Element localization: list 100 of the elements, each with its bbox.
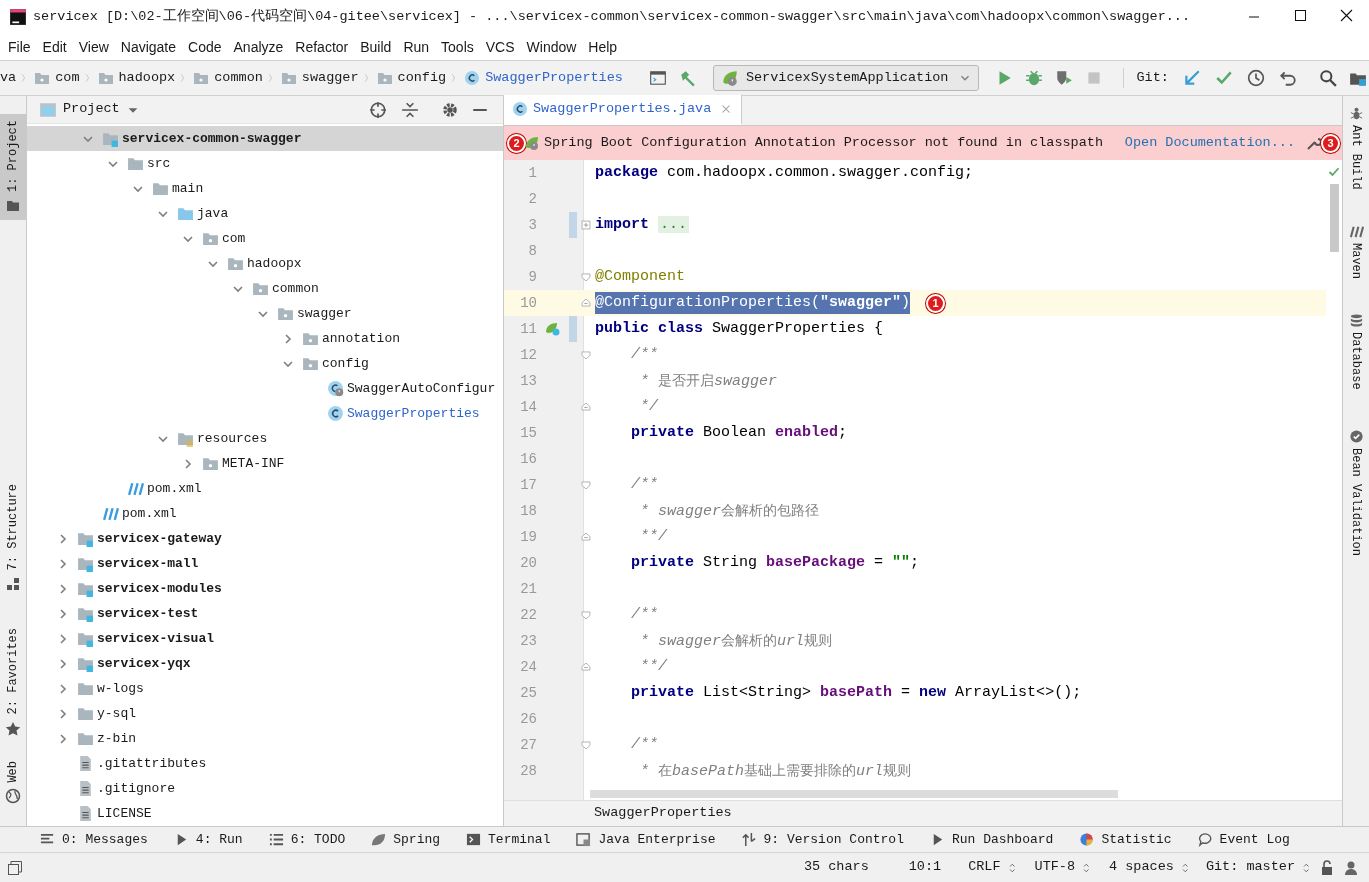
hammer-icon[interactable] bbox=[678, 69, 697, 87]
tree-item[interactable]: com bbox=[27, 226, 503, 251]
check-icon[interactable] bbox=[1214, 69, 1233, 87]
tool-window-tab[interactable]: Maven bbox=[1348, 219, 1364, 283]
tool-window-tab[interactable]: Ant Build bbox=[1348, 102, 1364, 194]
tool-window-tab[interactable]: Terminal bbox=[466, 829, 551, 850]
breadcrumb-item[interactable]: config bbox=[372, 67, 449, 89]
tool-windows-icon[interactable] bbox=[7, 859, 23, 876]
search-icon[interactable] bbox=[1318, 69, 1337, 87]
indent-setting[interactable]: 4 spaces bbox=[1109, 857, 1192, 878]
window-icon[interactable] bbox=[648, 69, 667, 87]
tool-window-tab[interactable]: Bean Validation bbox=[1348, 425, 1364, 561]
tool-window-tab[interactable]: 4: Run bbox=[173, 829, 243, 850]
file-encoding[interactable]: UTF-8 bbox=[1034, 857, 1094, 878]
tool-window-tab[interactable]: 9: Version Control bbox=[741, 829, 904, 850]
stripes-icon bbox=[102, 505, 119, 522]
menu-item[interactable]: File bbox=[2, 37, 37, 57]
tree-item[interactable]: src bbox=[27, 151, 503, 176]
collapse-icon[interactable] bbox=[401, 100, 419, 119]
tool-window-tab[interactable]: Statistic bbox=[1079, 829, 1172, 850]
tree-item[interactable]: servicex-mall bbox=[27, 551, 503, 576]
editor-tab[interactable]: SwaggerProperties.java bbox=[504, 95, 743, 125]
tool-window-tab[interactable]: 0: Messages bbox=[40, 829, 148, 850]
tool-window-tab[interactable]: Database bbox=[1348, 308, 1364, 394]
menu-item[interactable]: Window bbox=[520, 37, 583, 57]
breadcrumb-item[interactable]: common bbox=[189, 67, 265, 89]
menu-item[interactable]: Build bbox=[354, 37, 398, 57]
tool-window-tab[interactable]: 2: Favorites bbox=[0, 622, 26, 743]
tree-item[interactable]: y-sql bbox=[27, 701, 503, 726]
scrollbar-thumb[interactable] bbox=[1329, 184, 1339, 252]
lock-icon[interactable] bbox=[1319, 859, 1335, 876]
folder-icon bbox=[152, 180, 169, 197]
tool-window-tab[interactable]: Web bbox=[0, 754, 26, 811]
menu-item[interactable]: Code bbox=[182, 37, 228, 57]
tree-item[interactable]: java bbox=[27, 201, 503, 226]
menu-item[interactable]: VCS bbox=[479, 37, 521, 57]
menu-item[interactable]: Navigate bbox=[114, 37, 183, 57]
tool-window-tab[interactable]: Java Enterprise bbox=[576, 829, 716, 850]
tree-item[interactable]: resources bbox=[27, 426, 503, 451]
clock-icon[interactable] bbox=[1246, 69, 1265, 87]
shield-run-icon[interactable] bbox=[1055, 69, 1074, 87]
tree-item[interactable]: LICENSE bbox=[27, 801, 503, 826]
menu-item[interactable]: Refactor bbox=[289, 37, 355, 57]
module-folder-icon bbox=[77, 555, 94, 572]
caret-position[interactable]: 10:1 bbox=[908, 857, 942, 878]
line-number: 23 bbox=[519, 631, 537, 651]
run-configuration-dropdown[interactable]: ServicexSystemApplication bbox=[712, 65, 980, 91]
tree-item[interactable]: .gitignore bbox=[27, 776, 503, 801]
breadcrumb-item[interactable]: swagger bbox=[276, 67, 361, 89]
horizontal-scrollbar[interactable] bbox=[590, 790, 1118, 798]
tree-item[interactable]: servicex-modules bbox=[27, 576, 503, 601]
tree-item[interactable]: servicex-yqx bbox=[27, 651, 503, 676]
tree-item[interactable]: servicex-common-swagger bbox=[27, 126, 503, 151]
code-line: **/ bbox=[639, 657, 667, 677]
menu-item[interactable]: Edit bbox=[36, 37, 73, 57]
tool-window-tab[interactable]: Event Log bbox=[1197, 829, 1290, 850]
person-icon[interactable] bbox=[1343, 859, 1359, 876]
documentation-link[interactable]: Open Documentation... bbox=[1124, 132, 1295, 154]
breadcrumb-item[interactable]: SwaggerProperties bbox=[460, 67, 625, 89]
menu-item[interactable]: Tools bbox=[435, 37, 480, 57]
tree-item[interactable]: config bbox=[27, 351, 503, 376]
wrench-icon[interactable] bbox=[1305, 135, 1321, 151]
tree-item[interactable]: z-bin bbox=[27, 726, 503, 751]
tree-item[interactable]: pom.xml bbox=[27, 476, 503, 501]
bug-icon[interactable] bbox=[1025, 69, 1044, 87]
tree-item[interactable]: META-INF bbox=[27, 451, 503, 476]
git-branch[interactable]: Git: master bbox=[1205, 857, 1313, 878]
tree-item[interactable]: SwaggerProperties bbox=[27, 401, 503, 426]
breadcrumb-item[interactable]: SwaggerProperties bbox=[594, 803, 732, 824]
tree-item[interactable]: common bbox=[27, 276, 503, 301]
undo-icon[interactable] bbox=[1278, 69, 1297, 87]
breadcrumb-item[interactable]: hadoopx bbox=[93, 67, 178, 89]
tool-window-tab[interactable]: 1: Project bbox=[0, 114, 26, 220]
menu-item[interactable]: View bbox=[72, 37, 115, 57]
tree-item[interactable]: .gitattributes bbox=[27, 751, 503, 776]
crosshair-icon[interactable] bbox=[369, 100, 387, 119]
menu-item[interactable]: Analyze bbox=[227, 37, 290, 57]
bean-icon[interactable] bbox=[545, 321, 561, 337]
tree-item[interactable]: w-logs bbox=[27, 676, 503, 701]
tree-item[interactable]: servicex-gateway bbox=[27, 526, 503, 551]
tree-item[interactable]: swagger bbox=[27, 301, 503, 326]
tree-item[interactable]: hadoopx bbox=[27, 251, 503, 276]
settings-icon[interactable] bbox=[441, 100, 459, 119]
tree-item[interactable]: servicex-visual bbox=[27, 626, 503, 651]
tool-window-tab[interactable]: 6: TODO bbox=[268, 829, 346, 850]
tree-item[interactable]: main bbox=[27, 176, 503, 201]
tree-item[interactable]: servicex-test bbox=[27, 601, 503, 626]
arrow-icon[interactable] bbox=[1182, 69, 1201, 87]
menu-item[interactable]: Help bbox=[582, 37, 624, 57]
breadcrumb-item[interactable]: va bbox=[0, 67, 19, 89]
module-folder-icon bbox=[77, 655, 94, 672]
tree-item[interactable]: SwaggerAutoConfigur bbox=[27, 376, 503, 401]
breadcrumb-item[interactable]: com bbox=[30, 67, 82, 89]
tool-window-tab[interactable]: Run Dashboard bbox=[929, 829, 1054, 850]
line-separator[interactable]: CRLF bbox=[968, 857, 1019, 878]
menu-item[interactable]: Run bbox=[397, 37, 436, 57]
tool-window-tab[interactable]: Spring bbox=[371, 829, 441, 850]
tree-item[interactable]: pom.xml bbox=[27, 501, 503, 526]
tree-item[interactable]: annotation bbox=[27, 326, 503, 351]
tool-window-tab[interactable]: 7: Structure bbox=[0, 478, 26, 599]
